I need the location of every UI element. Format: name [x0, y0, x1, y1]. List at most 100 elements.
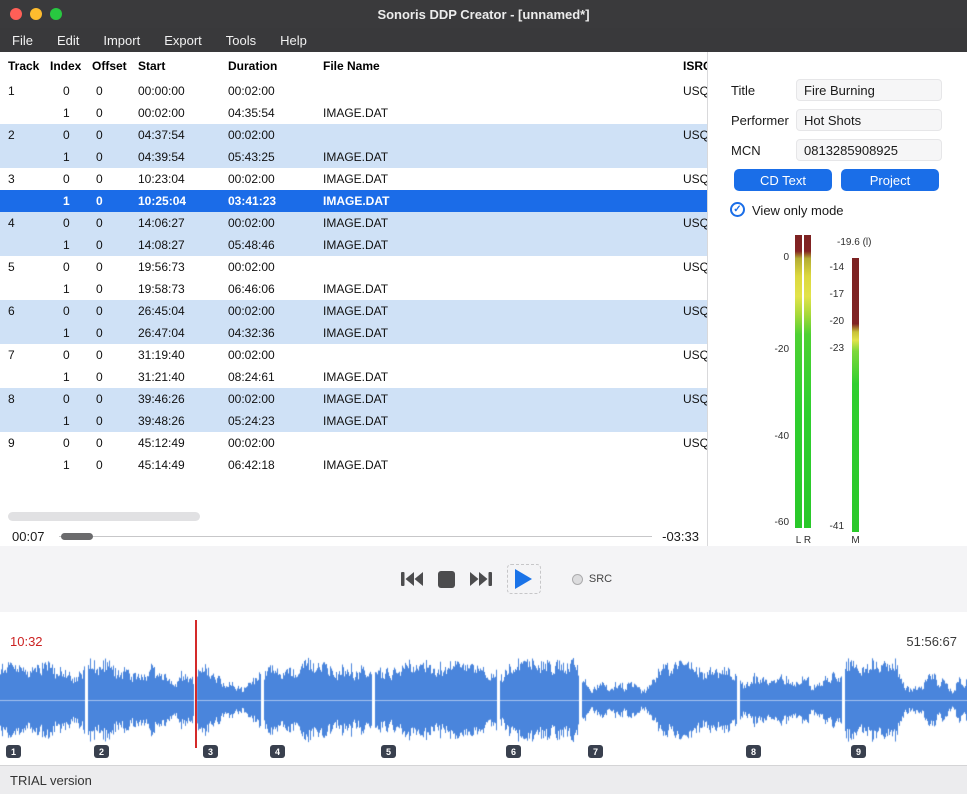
menu-import[interactable]: Import: [91, 28, 152, 52]
cell-isrc: USQ: [683, 172, 707, 186]
title-field[interactable]: [796, 79, 942, 101]
cell-offset: 0: [92, 216, 138, 230]
menu-edit[interactable]: Edit: [45, 28, 91, 52]
cell-offset: 0: [92, 392, 138, 406]
cell-start: 14:08:27: [138, 238, 228, 252]
minimize-button[interactable]: [30, 8, 42, 20]
seek-slider-track[interactable]: [59, 536, 653, 537]
menu-bar: File Edit Import Export Tools Help: [0, 28, 967, 52]
track-badge[interactable]: 6: [506, 745, 521, 758]
m-scale-23: -23: [816, 344, 844, 354]
track-table: Track Index Offset Start Duration File N…: [0, 52, 708, 546]
table-row[interactable]: 10000:00:0000:02:00USQ: [0, 80, 707, 102]
track-badge[interactable]: 9: [851, 745, 866, 758]
performer-field[interactable]: [796, 109, 942, 131]
cell-duration: 00:02:00: [228, 436, 323, 450]
cell-file: IMAGE.DAT: [323, 304, 683, 318]
cell-offset: 0: [92, 348, 138, 362]
cell-duration: 06:46:06: [228, 282, 323, 296]
track-badge[interactable]: 8: [746, 745, 761, 758]
menu-help[interactable]: Help: [268, 28, 319, 52]
close-button[interactable]: [10, 8, 22, 20]
table-row[interactable]: 1000:02:0004:35:54IMAGE.DAT: [0, 102, 707, 124]
window-title: Sonoris DDP Creator - [unnamed*]: [0, 7, 967, 22]
table-row[interactable]: 80039:46:2600:02:00IMAGE.DATUSQ: [0, 388, 707, 410]
table-row[interactable]: 1026:47:0404:32:36IMAGE.DAT: [0, 322, 707, 344]
zoom-button[interactable]: [50, 8, 62, 20]
cell-duration: 05:24:23: [228, 414, 323, 428]
track-badge[interactable]: 5: [381, 745, 396, 758]
cell-index: 0: [50, 216, 92, 230]
status-bar: TRIAL version: [0, 765, 967, 794]
cell-start: 10:23:04: [138, 172, 228, 186]
menu-export[interactable]: Export: [152, 28, 214, 52]
src-radio[interactable]: [572, 574, 583, 585]
previous-track-button[interactable]: [401, 572, 423, 586]
track-badge[interactable]: 3: [203, 745, 218, 758]
right-panel: Title Performer MCN CD Text Project ✓ Vi…: [708, 52, 967, 546]
seek-slider-thumb[interactable]: [61, 533, 93, 540]
menu-tools[interactable]: Tools: [214, 28, 268, 52]
cell-duration: 00:02:00: [228, 392, 323, 406]
waveform-area: 1 2 3 4 5 6 7 8 9: [0, 655, 967, 760]
cell-duration: 00:02:00: [228, 172, 323, 186]
track-badge[interactable]: 1: [6, 745, 21, 758]
play-button[interactable]: [507, 564, 541, 594]
playhead-cursor[interactable]: [195, 620, 197, 748]
track-badge[interactable]: 4: [270, 745, 285, 758]
main-content: Track Index Offset Start Duration File N…: [0, 52, 967, 546]
seek-slider[interactable]: [59, 532, 653, 541]
cell-isrc: USQ: [683, 392, 707, 406]
cell-index: 1: [50, 414, 92, 428]
table-row[interactable]: 20004:37:5400:02:00USQ: [0, 124, 707, 146]
cell-start: 26:47:04: [138, 326, 228, 340]
menu-file[interactable]: File: [0, 28, 45, 52]
channel-label-mono: M: [849, 536, 862, 546]
cell-index: 1: [50, 150, 92, 164]
cell-duration: 00:02:00: [228, 216, 323, 230]
cell-isrc: USQ: [683, 128, 707, 142]
table-row[interactable]: 50019:56:7300:02:00USQ: [0, 256, 707, 278]
m-scale-20: -20: [816, 317, 844, 327]
table-row[interactable]: 1014:08:2705:48:46IMAGE.DAT: [0, 234, 707, 256]
table-row[interactable]: 90045:12:4900:02:00USQ: [0, 432, 707, 454]
table-row[interactable]: 30010:23:0400:02:00IMAGE.DATUSQ: [0, 168, 707, 190]
cell-duration: 03:41:23: [228, 194, 323, 208]
cell-start: 10:25:04: [138, 194, 228, 208]
table-row[interactable]: 1039:48:2605:24:23IMAGE.DAT: [0, 410, 707, 432]
table-row[interactable]: 1045:14:4906:42:18IMAGE.DAT: [0, 454, 707, 476]
traffic-lights: [10, 8, 62, 20]
table-row[interactable]: 60026:45:0400:02:00IMAGE.DATUSQ: [0, 300, 707, 322]
waveform-canvas[interactable]: [0, 655, 967, 745]
next-track-button[interactable]: [470, 572, 492, 586]
mcn-field[interactable]: [796, 139, 942, 161]
project-button[interactable]: Project: [841, 169, 939, 191]
table-row[interactable]: 1031:21:4008:24:61IMAGE.DAT: [0, 366, 707, 388]
track-badge[interactable]: 7: [588, 745, 603, 758]
table-row[interactable]: 1004:39:5405:43:25IMAGE.DAT: [0, 146, 707, 168]
cell-start: 31:21:40: [138, 370, 228, 384]
table-row[interactable]: 1010:25:0403:41:23IMAGE.DAT: [0, 190, 707, 212]
cell-start: 39:46:26: [138, 392, 228, 406]
cd-text-button[interactable]: CD Text: [734, 169, 832, 191]
horizontal-scrollbar[interactable]: [8, 512, 200, 521]
next-track-icon: [470, 572, 492, 586]
timeline-total-duration: 51:56:67: [906, 634, 957, 649]
column-header-offset: Offset: [92, 59, 138, 73]
table-row[interactable]: 40014:06:2700:02:00IMAGE.DATUSQ: [0, 212, 707, 234]
view-only-checkbox[interactable]: ✓: [730, 202, 745, 217]
cell-start: 19:56:73: [138, 260, 228, 274]
track-badge[interactable]: 2: [94, 745, 109, 758]
cell-index: 1: [50, 458, 92, 472]
play-icon: [515, 569, 532, 589]
table-row[interactable]: 1019:58:7306:46:06IMAGE.DAT: [0, 278, 707, 300]
cell-offset: 0: [92, 282, 138, 296]
cell-track: 9: [8, 436, 50, 450]
cell-file: IMAGE.DAT: [323, 282, 683, 296]
meter-bar-mono: [852, 258, 859, 532]
cell-offset: 0: [92, 436, 138, 450]
lr-scale-0: 0: [763, 253, 789, 263]
cell-duration: 00:02:00: [228, 84, 323, 98]
table-row[interactable]: 70031:19:4000:02:00USQ: [0, 344, 707, 366]
stop-button[interactable]: [438, 571, 455, 588]
